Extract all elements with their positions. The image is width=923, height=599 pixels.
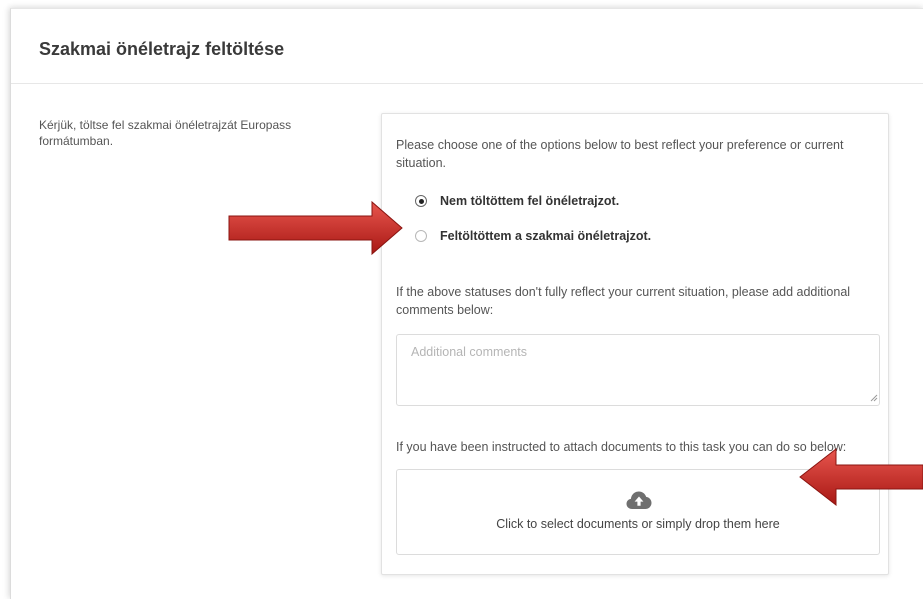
intro-text: Kérjük, töltse fel szakmai önéletrajzát … [39,118,292,148]
page-container: Szakmai önéletrajz feltöltése Kérjük, tö… [10,8,923,599]
radio-label: Nem töltöttem fel önéletrajzot. [440,194,620,208]
radio-option-uploaded[interactable]: Feltöltöttem a szakmai önéletrajzot. [415,227,651,245]
radio-button-unchecked[interactable] [415,230,427,242]
radio-button-checked[interactable] [415,195,427,207]
radio-option-not-uploaded[interactable]: Nem töltöttem fel önéletrajzot. [415,192,619,210]
options-prompt: Please choose one of the options below t… [396,138,844,170]
red-arrow-icon [228,200,403,256]
additional-comments-textarea[interactable] [396,334,880,406]
comments-prompt: If the above statuses don't fully reflec… [396,285,851,317]
drop-zone-label: Click to select documents or simply drop… [496,517,780,531]
title-divider [11,83,923,84]
cloud-upload-icon [626,491,652,509]
radio-label: Feltöltöttem a szakmai önéletrajzot. [440,229,652,243]
red-arrow-icon [799,447,923,507]
resize-grip-icon[interactable] [870,394,878,402]
page-title: Szakmai önéletrajz feltöltése [39,39,285,59]
